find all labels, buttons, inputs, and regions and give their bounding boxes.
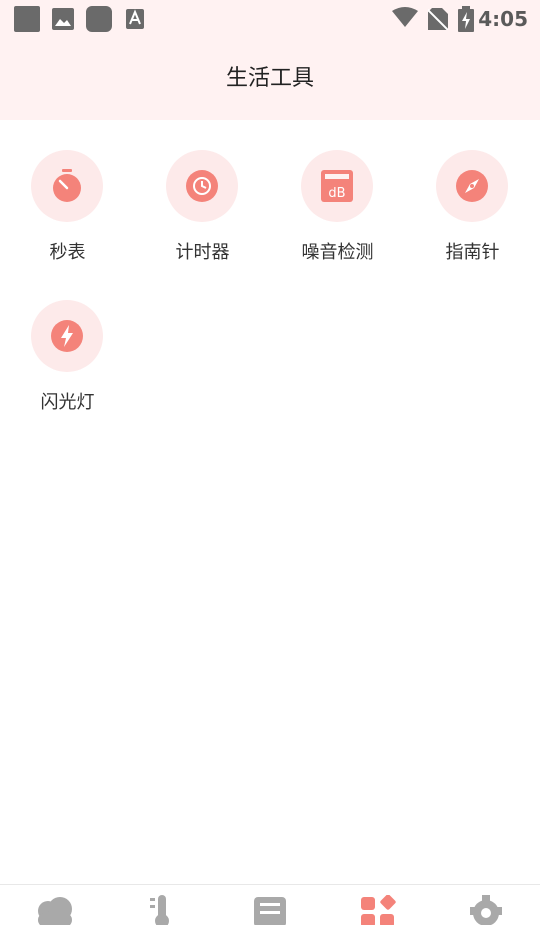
- decibel-icon: dB: [321, 170, 353, 202]
- tools-grid-icon: [361, 895, 396, 925]
- compass-icon: [456, 170, 488, 202]
- wifi-icon: [392, 7, 418, 33]
- page-title: 生活工具: [225, 66, 314, 91]
- image-icon: [52, 8, 74, 34]
- font-a-icon: [126, 9, 144, 33]
- bottom-nav: [0, 884, 540, 925]
- tool-icon-bg: [436, 150, 508, 222]
- no-sim-icon: [426, 8, 449, 34]
- status-bar: 4:05: [0, 0, 540, 38]
- tool-label: 指南针: [445, 242, 500, 263]
- battery-charging-icon: [458, 6, 474, 36]
- tool-label: 计时器: [175, 242, 230, 263]
- tool-label: 噪音检测: [301, 242, 374, 263]
- tool-compass[interactable]: 指南针: [405, 150, 540, 280]
- app-rounded-icon: [86, 6, 112, 36]
- tool-icon-bg: dB: [301, 150, 373, 222]
- tool-timer[interactable]: 计时器: [135, 150, 270, 280]
- tool-noise-meter[interactable]: dB 噪音检测: [270, 150, 405, 280]
- tool-label: 秒表: [49, 242, 86, 263]
- nav-weather[interactable]: [0, 891, 108, 925]
- tool-stopwatch[interactable]: 秒表: [0, 150, 135, 280]
- timer-icon: [186, 170, 218, 202]
- tool-flashlight[interactable]: 闪光灯: [0, 300, 135, 430]
- flash-icon: [51, 320, 83, 352]
- clock-text: 4:05: [478, 7, 528, 31]
- gear-icon: [470, 895, 502, 925]
- tool-label: 闪光灯: [40, 392, 95, 413]
- weather-cloud-icon: [38, 897, 72, 925]
- clipboard-icon: [254, 897, 286, 925]
- tool-icon-bg: [31, 300, 103, 372]
- tool-icon-bg: [31, 150, 103, 222]
- nav-settings[interactable]: [432, 891, 540, 925]
- nav-notes[interactable]: [216, 891, 324, 925]
- nav-tools[interactable]: [324, 891, 432, 925]
- thermometer-icon: [150, 895, 169, 925]
- stopwatch-icon: [53, 169, 81, 202]
- app-square-icon: [14, 6, 40, 36]
- tool-icon-bg: [166, 150, 238, 222]
- nav-thermometer[interactable]: [108, 891, 216, 925]
- svg-text:dB: dB: [328, 186, 345, 201]
